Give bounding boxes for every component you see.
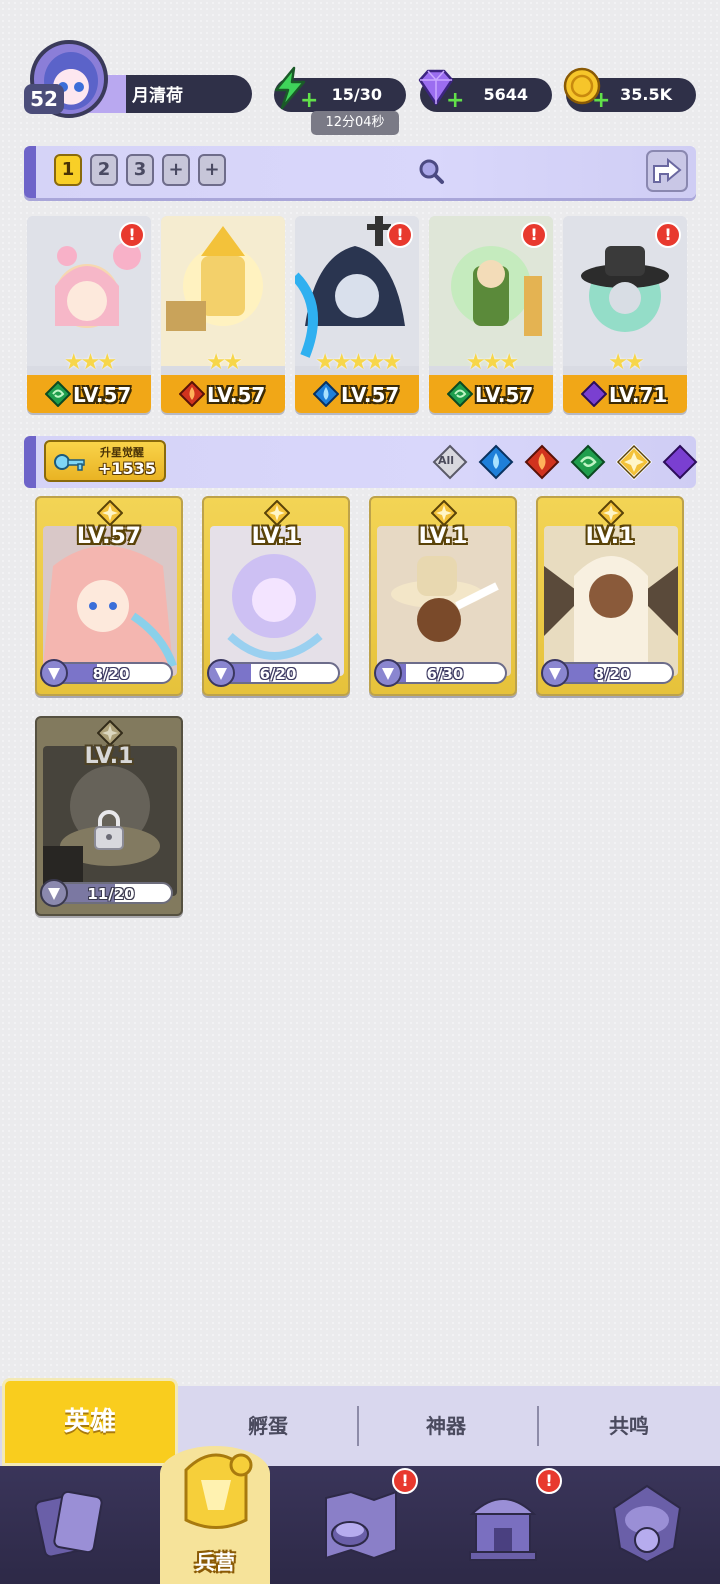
add-team-slot-button[interactable]: + (162, 154, 190, 186)
card-level: LV.1 (418, 524, 468, 549)
hero-collection-card[interactable]: LV.1 6/30 (369, 496, 517, 696)
awaken-label: 升星觉醒 (100, 446, 144, 459)
hero-level: LV.57 (207, 383, 266, 407)
alert-badge: ! (536, 1468, 562, 1494)
light-element-icon (97, 720, 123, 746)
nav-barracks-label: 兵营 (195, 1550, 235, 1574)
shard-icon (207, 659, 235, 687)
alert-badge: ! (521, 222, 547, 248)
gem-counter[interactable]: + 5644 (418, 69, 552, 112)
player-name: 月清荷 (132, 86, 183, 106)
star-awaken-button[interactable]: 升星觉醒 +1535 (44, 440, 166, 482)
energy-timer: 12分04秒 (311, 111, 399, 135)
fire-element-icon (179, 381, 205, 407)
tab-heroes[interactable]: 英雄 (2, 1378, 178, 1466)
card-level: LV.1 (84, 744, 134, 769)
light-element-icon (431, 500, 457, 526)
alert-badge: ! (387, 222, 413, 248)
energy-counter[interactable]: + 15/30 (274, 66, 406, 112)
awaken-value: +1535 (98, 459, 156, 478)
card-level: LV.57 (76, 524, 142, 549)
team-hero-card[interactable]: ★★★★★ LV.57 ! (295, 216, 419, 413)
add-gold-icon[interactable]: + (592, 90, 610, 112)
hero-stars: ★★ (608, 350, 644, 375)
tab-resonance[interactable]: 共鸣 (538, 1386, 720, 1466)
hero-level: LV.57 (341, 383, 400, 407)
player-level-badge: 52 (24, 84, 64, 114)
alert-badge: ! (655, 222, 681, 248)
add-gems-icon[interactable]: + (446, 90, 464, 112)
team-bar: 1 2 3 + + (24, 146, 696, 198)
key-icon (54, 454, 85, 471)
light-element-icon (264, 500, 290, 526)
hero-stars: ★★★ (63, 350, 117, 375)
team-slot-2[interactable]: 2 (90, 154, 118, 186)
hero-stars: ★★ (206, 350, 242, 375)
hero-stars: ★★★ (465, 350, 519, 375)
team-slot-1[interactable]: 1 (54, 154, 82, 186)
share-icon[interactable] (644, 148, 690, 194)
map-nav-icon[interactable] (316, 1478, 406, 1568)
shard-icon (541, 659, 569, 687)
shop-nav-icon[interactable] (458, 1478, 548, 1568)
hero-collection-card[interactable]: LV.57 8/20 (35, 496, 183, 696)
barracks-nav-icon[interactable] (166, 1440, 266, 1540)
card-level: LV.1 (585, 524, 635, 549)
team-hero-card[interactable]: ★★ LV.57 (161, 216, 285, 413)
card-level: LV.1 (251, 524, 301, 549)
alert-badge: ! (119, 222, 145, 248)
team-hero-card[interactable]: ★★ LV.71 ! (563, 216, 687, 413)
light-filter-icon[interactable] (616, 444, 652, 480)
dark-filter-icon[interactable] (662, 444, 698, 480)
search-icon[interactable] (416, 156, 446, 186)
wind-element-icon (45, 381, 71, 407)
hero-level: LV.57 (73, 383, 132, 407)
add-energy-icon[interactable]: + (300, 90, 318, 112)
team-slot-3[interactable]: 3 (126, 154, 154, 186)
wind-filter-icon[interactable] (570, 444, 606, 480)
hero-portrait (161, 216, 285, 366)
team-hero-card[interactable]: ★★★ LV.57 ! (429, 216, 553, 413)
lock-icon (94, 810, 124, 850)
guild-nav-icon[interactable] (602, 1478, 692, 1568)
shard-icon (40, 659, 68, 687)
filter-all-label: All (438, 454, 455, 467)
hero-collection-card[interactable]: LV.1 6/20 (202, 496, 350, 696)
locked-hero-card[interactable]: LV.1 11/20 (35, 716, 183, 916)
tab-artifact[interactable]: 神器 (358, 1386, 534, 1466)
shard-icon (40, 879, 68, 907)
water-element-icon (313, 381, 339, 407)
light-element-icon (598, 500, 624, 526)
hero-stars: ★★★★★ (315, 350, 402, 375)
cards-nav-icon[interactable] (26, 1478, 116, 1568)
light-element-icon (97, 500, 123, 526)
shard-icon (374, 659, 402, 687)
tab-divider (357, 1406, 359, 1446)
add-team-slot-button[interactable]: + (198, 154, 226, 186)
water-filter-icon[interactable] (478, 444, 514, 480)
wind-element-icon (447, 381, 473, 407)
filter-bar: 升星觉醒 +1535 All (24, 436, 698, 488)
hero-level: LV.71 (609, 383, 668, 407)
player-profile[interactable]: 月清荷 52 (24, 40, 254, 118)
fire-filter-icon[interactable] (524, 444, 560, 480)
gold-counter[interactable]: + 35.5K (563, 67, 696, 112)
tab-divider (537, 1406, 539, 1446)
hero-level: LV.57 (475, 383, 534, 407)
dark-element-icon (581, 381, 607, 407)
team-hero-card[interactable]: ★★★ LV.57 ! (27, 216, 151, 413)
hero-collection-card[interactable]: LV.1 8/20 (536, 496, 684, 696)
filter-all-button[interactable]: All (432, 444, 468, 480)
alert-badge: ! (392, 1468, 418, 1494)
